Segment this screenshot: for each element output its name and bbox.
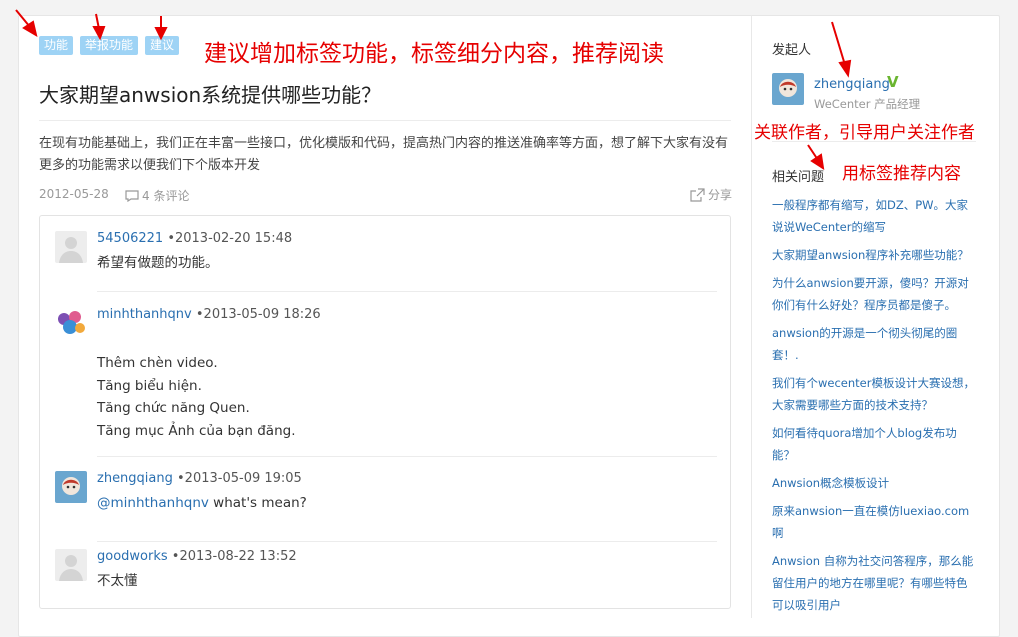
- question-date: 2012-05-28: [39, 187, 109, 201]
- comment-user[interactable]: goodworks: [97, 549, 168, 564]
- comment-item: 54506221 •2013-02-20 15:48 希望有做题的功能。: [55, 231, 717, 292]
- related-question-link[interactable]: 为什么anwsion要开源，傻吗？开源对你们有什么好处？程序员都是傻子。: [772, 272, 977, 316]
- title-divider: [39, 120, 731, 121]
- tag-item[interactable]: 功能: [39, 36, 74, 55]
- comment-body: @minhthanhqnv what's mean?: [97, 492, 307, 515]
- comment-time: •2013-02-20 15:48: [167, 231, 293, 246]
- avatar[interactable]: [55, 231, 87, 263]
- related-question-link[interactable]: anwsion的开源是一个彻头彻尾的圈套！.: [772, 322, 977, 366]
- comment-item: minhthanhqnv •2013-05-09 18:26 Thêm chèn…: [55, 307, 717, 457]
- related-question-link[interactable]: 我们有个wecenter模板设计大赛设想，大家需要哪些方面的技术支持？: [772, 372, 977, 416]
- comment-time: •2013-05-09 19:05: [177, 471, 302, 486]
- annotation-tags-note: 建议增加标签功能，标签细分内容，推荐阅读: [204, 41, 664, 67]
- comment-body: Thêm chèn video. Tăng biểu hiện. Tăng ch…: [97, 352, 296, 442]
- author-title: WeCenter 产品经理: [814, 97, 921, 111]
- comment-divider: [97, 291, 717, 292]
- initiator-heading: 发起人: [772, 43, 812, 58]
- author-avatar[interactable]: [772, 73, 804, 105]
- related-question-link[interactable]: 原来anwsion一直在模仿luexiao.com啊: [772, 500, 977, 544]
- comment-divider: [97, 456, 717, 457]
- related-question-link[interactable]: 一般程序都有缩写，如DZ、PW。大家说说WeCenter的缩写: [772, 194, 977, 238]
- comment-line: Tăng biểu hiện.: [97, 377, 202, 394]
- comment-divider: [97, 541, 717, 542]
- comment-time: •2013-05-09 18:26: [195, 307, 321, 322]
- comment-text: what's mean?: [213, 495, 307, 511]
- verified-badge-icon: V: [887, 73, 899, 91]
- tag-item[interactable]: 举报功能: [80, 36, 139, 55]
- comments-count: 4 条评论: [142, 189, 190, 203]
- comments-panel: 54506221 •2013-02-20 15:48 希望有做题的功能。 min…: [39, 215, 731, 609]
- comment-line: Tăng chức năng Quen.: [97, 400, 250, 416]
- comment-user[interactable]: 54506221: [97, 231, 163, 246]
- comment-body: 不太懂: [97, 570, 138, 593]
- comment-user[interactable]: zhengqiang: [97, 471, 173, 486]
- question-description: 在现有功能基础上，我们正在丰富一些接口，优化模版和代码，提高热门内容的推送准确率…: [39, 136, 729, 173]
- question-title: 大家期望anwsion系统提供哪些功能？: [39, 83, 382, 107]
- comment-line: 不太懂: [97, 573, 138, 589]
- comment-line: Thêm chèn video.: [97, 355, 218, 371]
- related-question-link[interactable]: 如何看待quora增加个人blog发布功能？: [772, 422, 977, 466]
- related-question-link[interactable]: Anwsion 自称为社交问答程序，那么能留住用户的地方在哪里呢？有哪些特色可以…: [772, 550, 977, 616]
- comment-item: goodworks •2013-08-22 13:52 不太懂: [55, 549, 717, 599]
- share-icon: [690, 187, 705, 202]
- author-name[interactable]: zhengqiang: [814, 77, 890, 92]
- comment-time: •2013-08-22 13:52: [171, 549, 297, 564]
- comment-line: 希望有做题的功能。: [97, 255, 219, 271]
- comment-user[interactable]: minhthanhqnv: [97, 307, 192, 322]
- comment-line: Tăng mục Ảnh của bạn đăng.: [97, 422, 296, 439]
- avatar[interactable]: [55, 307, 87, 339]
- comment-mention[interactable]: @minhthanhqnv: [97, 495, 209, 511]
- related-heading: 相关问题: [772, 170, 825, 185]
- sidebar-divider: [751, 15, 752, 618]
- tag-item[interactable]: 建议: [145, 36, 180, 55]
- annotation-related-note: 用标签推荐内容: [842, 164, 961, 184]
- share-label: 分享: [708, 188, 733, 202]
- related-question-link[interactable]: Anwsion概念模板设计: [772, 472, 977, 494]
- topic-tags: 功能 举报功能 建议: [39, 36, 180, 55]
- comment-icon: [125, 189, 139, 202]
- avatar[interactable]: [55, 471, 87, 503]
- comments-toggle[interactable]: 4 条评论: [125, 187, 189, 204]
- annotation-author-note: 关联作者，引导用户关注作者: [754, 123, 975, 143]
- avatar[interactable]: [55, 549, 87, 581]
- sidebar-divider-1: [772, 141, 976, 142]
- question-meta: 2012-05-28 4 条评论: [39, 187, 189, 203]
- comment-body: 希望有做题的功能。: [97, 252, 219, 275]
- related-questions-list: 一般程序都有缩写，如DZ、PW。大家说说WeCenter的缩写 大家期望anws…: [772, 194, 977, 622]
- share-button[interactable]: 分享: [690, 186, 732, 203]
- related-question-link[interactable]: 大家期望anwsion程序补充哪些功能？: [772, 244, 977, 266]
- comment-item: zhengqiang •2013-05-09 19:05 @minhthanhq…: [55, 471, 717, 542]
